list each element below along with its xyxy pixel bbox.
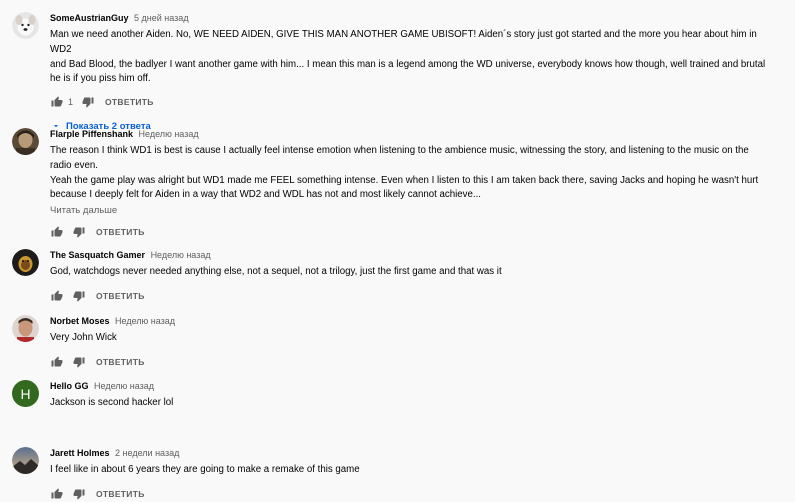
reply-button[interactable]: ОТВЕТИТЬ — [96, 489, 145, 499]
comment-header: Hello GG Неделю назад — [50, 380, 775, 392]
comment-text-line: because I deeply felt for Aiden in a way… — [50, 189, 481, 201]
comment-header: Flarple Piffenshank Неделю назад — [50, 128, 775, 140]
like-count: 1 — [68, 97, 74, 108]
comment-header: The Sasquatch Gamer Неделю назад — [50, 249, 775, 261]
comment-text-line: God, watchdogs never needed anything els… — [50, 266, 502, 277]
comment-header: Norbet Moses Неделю назад — [50, 315, 775, 327]
reply-button[interactable]: ОТВЕТИТЬ — [96, 357, 145, 367]
avatar[interactable] — [12, 315, 39, 342]
avatar[interactable] — [12, 128, 39, 155]
thumb-up-icon[interactable] — [50, 487, 64, 501]
avatar[interactable] — [12, 12, 39, 39]
comment-actions: ОТВЕТИТЬ — [50, 288, 775, 304]
avatar-landscape-image — [12, 447, 39, 474]
comment-author[interactable]: Hello GG — [50, 381, 89, 391]
comment-text: I feel like in about 6 years they are go… — [50, 463, 775, 478]
avatar[interactable] — [12, 447, 39, 474]
comment-text-line: he is if you piss him off. — [50, 73, 151, 85]
thumb-up-icon[interactable] — [50, 289, 64, 303]
comment-actions: ОТВЕТИТЬ — [50, 354, 775, 370]
thumb-down-icon[interactable] — [72, 225, 86, 239]
comment-text: The reason I think WD1 is best is cause … — [50, 144, 775, 203]
comment-actions: 1 ОТВЕТИТЬ — [50, 94, 775, 110]
comment-text: Man we need another Aiden. No, WE NEED A… — [50, 28, 775, 87]
thumb-up-icon[interactable] — [50, 355, 64, 369]
thumb-down-icon[interactable] — [72, 289, 86, 303]
comment-author[interactable]: SomeAustrianGuy — [50, 13, 129, 23]
reply-button[interactable]: ОТВЕТИТЬ — [96, 227, 145, 237]
comment-author[interactable]: The Sasquatch Gamer — [50, 250, 145, 260]
comment-time[interactable]: 5 дней назад — [134, 13, 189, 23]
avatar[interactable] — [12, 249, 39, 276]
avatar[interactable]: H — [12, 380, 39, 407]
comment-text-line: radio even. — [50, 159, 98, 171]
comment-author[interactable]: Jarett Holmes — [50, 448, 110, 458]
comment-text-line: and Bad Blood, the badlyer I want anothe… — [50, 58, 766, 70]
comment-author[interactable]: Flarple Piffenshank — [50, 129, 133, 139]
comment-actions: ОТВЕТИТЬ — [50, 486, 775, 502]
comment-text-line: Yeah the game play was alright but WD1 m… — [50, 174, 759, 186]
avatar-face-image — [12, 315, 39, 342]
comment-actions: ОТВЕТИТЬ — [50, 224, 775, 240]
comment-time[interactable]: Неделю назад — [94, 381, 154, 391]
comment-text-line: I feel like in about 6 years they are go… — [50, 464, 360, 475]
comment-text-line: Jackson is second hacker lol — [50, 397, 174, 408]
comment-text-line: The reason I think WD1 is best is cause … — [50, 145, 749, 156]
comment-time[interactable]: Неделю назад — [151, 250, 211, 260]
thumb-down-icon[interactable] — [72, 355, 86, 369]
avatar-portrait-image — [12, 128, 39, 155]
thumb-down-icon[interactable] — [72, 487, 86, 501]
comment-header: SomeAustrianGuy 5 дней назад — [50, 12, 775, 24]
thumb-down-icon[interactable] — [81, 95, 95, 109]
reply-button[interactable]: ОТВЕТИТЬ — [96, 291, 145, 301]
reply-button[interactable]: ОТВЕТИТЬ — [105, 97, 154, 107]
comment-time[interactable]: Неделю назад — [139, 129, 199, 139]
avatar-dog-image — [12, 12, 39, 39]
comment-header: Jarett Holmes 2 недели назад — [50, 447, 775, 459]
comment-text: Jackson is second hacker lol — [50, 396, 775, 411]
avatar-letter: H — [20, 385, 31, 402]
comment-text-line: Man we need another Aiden. No, WE NEED A… — [50, 29, 757, 55]
comment-time[interactable]: 2 недели назад — [115, 448, 179, 458]
read-more-button[interactable]: Читать дальше — [50, 205, 775, 216]
comment-author[interactable]: Norbet Moses — [50, 316, 110, 326]
comment-text-line: Very John Wick — [50, 332, 117, 343]
comment-text: God, watchdogs never needed anything els… — [50, 265, 775, 280]
avatar-creature-image — [12, 249, 39, 276]
comment-text: Very John Wick — [50, 331, 775, 346]
thumb-up-icon[interactable] — [50, 95, 64, 109]
comment-time[interactable]: Неделю назад — [115, 316, 175, 326]
thumb-up-icon[interactable] — [50, 225, 64, 239]
